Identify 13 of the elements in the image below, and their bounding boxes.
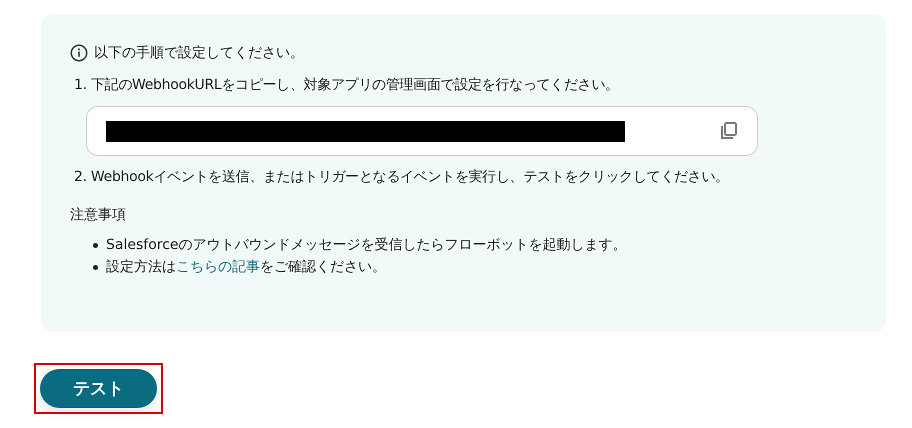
url-field[interactable] [86,106,758,156]
step-text: 2. Webhookイベントを送信、またはトリガーとなるイベントを実行し、テストをクリックしてください。 [74,168,730,186]
bullet-icon [93,264,98,270]
note-text: Salesforceのアウトバウンドメッセージを受信したらフローボットを起動します。 [106,236,627,254]
instruction-heading: 以下の手順で設定してください。 [94,44,304,62]
note-text: 設定方法はこちらの記事をご確認ください。 [106,258,386,276]
copy-icon[interactable] [719,121,739,141]
notes-title: 注意事項 [70,206,127,224]
info-icon [70,44,88,62]
step-text: 1. 下記のWebhookURLをコピーし、対象アプリの管理画面で設定を行なってください。 [74,76,620,94]
article-link[interactable]: こちらの記事 [176,259,260,275]
test-button[interactable]: テスト [40,369,157,408]
bullet-icon [93,242,98,248]
